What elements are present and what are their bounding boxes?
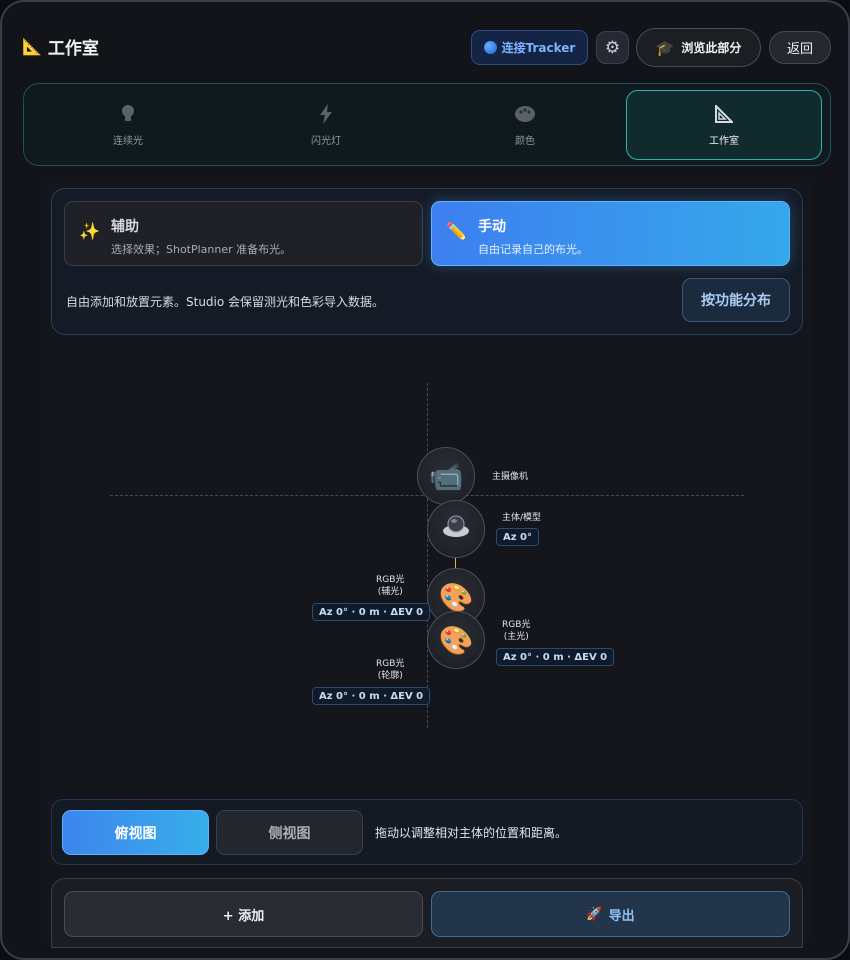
distribute-by-function-button[interactable]: 按功能分布: [682, 278, 790, 322]
settings-button[interactable]: ⚙: [596, 31, 629, 64]
tab-continuous-light[interactable]: 连续光: [30, 90, 226, 160]
sparkles-icon: ✨: [79, 222, 101, 242]
assist-mode-option[interactable]: ✨ 辅助 选择效果；ShotPlanner 准备布光。: [64, 201, 423, 266]
tab-label: 工作室: [709, 135, 739, 147]
pencil-icon: ✏️: [446, 222, 468, 242]
manual-mode-option[interactable]: ✏️ 手动 自由记录自己的布光。: [431, 201, 790, 266]
export-button[interactable]: 🚀 导出: [431, 891, 790, 937]
manual-mode-title: 手动: [478, 219, 506, 235]
vertical-guide-line: [427, 383, 428, 728]
key-light-label-line2: (主光): [503, 632, 529, 642]
subject-label: 主体/模型: [502, 513, 542, 523]
camera-node[interactable]: 📹: [417, 447, 475, 505]
camera-label: 主摄像机: [492, 472, 529, 482]
connect-tracker-button[interactable]: 连接Tracker: [471, 30, 588, 65]
camera-icon: 📹: [428, 459, 464, 493]
subject-azimuth-chip: Az 0°: [496, 528, 539, 546]
side-view-button[interactable]: 侧视图: [216, 810, 363, 855]
palette-icon: [514, 104, 536, 124]
rim-light-chip: Az 0° · 0 m · ΔEV 0: [312, 687, 431, 705]
view-hint-text: 拖动以调整相对主体的位置和距离。: [375, 826, 568, 840]
key-light-label-line1: RGB光: [502, 620, 531, 630]
page-title-text: 工作室: [47, 39, 99, 59]
bottom-action-bar: + 添加 🚀 导出: [51, 878, 803, 948]
add-element-label: + 添加: [222, 908, 265, 924]
key-light-chip: Az 0° · 0 m · ΔEV 0: [496, 648, 615, 666]
view-toggle-bar: 俯视图 侧视图 拖动以调整相对主体的位置和距离。: [51, 799, 803, 865]
mode-selector-card: ✨ 辅助 选择效果；ShotPlanner 准备布光。 ✏️ 手动 自由记录自己…: [51, 188, 803, 335]
subject-model-icon: [441, 512, 471, 547]
browse-section-button[interactable]: 🎓 浏览此部分: [636, 28, 761, 67]
key-light-node[interactable]: 🎨: [427, 611, 485, 669]
tab-color[interactable]: 颜色: [427, 90, 623, 160]
tab-label: 连续光: [113, 135, 143, 147]
key-light-label: RGB光 (主光): [502, 619, 530, 643]
lighting-canvas[interactable]: 📹 主摄像机 主体/模型 Az 0° 🎨 RGB光 (辅光) Az 0° · 0…: [40, 358, 814, 798]
top-view-button[interactable]: 俯视图: [62, 810, 209, 855]
triangle-ruler-icon: 📐: [22, 37, 42, 56]
tab-label: 颜色: [515, 135, 535, 147]
mode-tabs: 连续光 闪光灯 颜色 工作室: [23, 83, 831, 166]
graduation-cap-icon: 🎓: [655, 38, 675, 57]
page-title: 📐 工作室: [22, 34, 99, 59]
rocket-icon: 🚀: [586, 906, 603, 922]
app-window: 📐 工作室 连接Tracker ⚙ 🎓 浏览此部分 返回 连续光 闪光灯 颜色 …: [0, 0, 850, 960]
subject-node[interactable]: [427, 500, 485, 558]
palette-icon: 🎨: [438, 580, 474, 614]
tab-label: 闪光灯: [311, 135, 341, 147]
browse-section-label: 浏览此部分: [681, 41, 742, 55]
manual-mode-desc: 自由记录自己的布光。: [478, 243, 588, 256]
rim-light-label-line1: RGB光: [376, 659, 405, 669]
add-element-button[interactable]: + 添加: [64, 891, 423, 937]
palette-icon: 🎨: [438, 623, 474, 657]
triangle-ruler-icon: [715, 104, 733, 124]
tab-flash[interactable]: 闪光灯: [228, 90, 424, 160]
rim-light-label: RGB光 (轮廓): [376, 658, 404, 682]
assist-mode-desc: 选择效果；ShotPlanner 准备布光。: [111, 243, 292, 256]
main-panel: ✨ 辅助 选择效果；ShotPlanner 准备布光。 ✏️ 手动 自由记录自己…: [40, 178, 814, 948]
bulb-icon: [121, 104, 135, 124]
fill-light-label: RGB光 (辅光): [376, 574, 404, 598]
fill-light-label-line1: RGB光: [376, 575, 405, 585]
rim-light-label-line2: (轮廓): [377, 671, 403, 681]
mode-description: 自由添加和放置元素。Studio 会保留测光和色彩导入数据。: [66, 295, 385, 309]
tab-studio[interactable]: 工作室: [626, 90, 822, 160]
fill-light-label-line2: (辅光): [377, 587, 403, 597]
back-label: 返回: [786, 42, 813, 57]
back-button[interactable]: 返回: [769, 31, 831, 64]
connect-tracker-label: 连接Tracker: [501, 41, 576, 55]
fill-light-chip: Az 0° · 0 m · ΔEV 0: [312, 603, 431, 621]
lightning-icon: [319, 103, 333, 124]
assist-mode-title: 辅助: [111, 219, 139, 235]
blue-dot-icon: [483, 41, 497, 54]
gear-icon: ⚙: [604, 37, 621, 58]
export-label: 导出: [608, 908, 635, 924]
